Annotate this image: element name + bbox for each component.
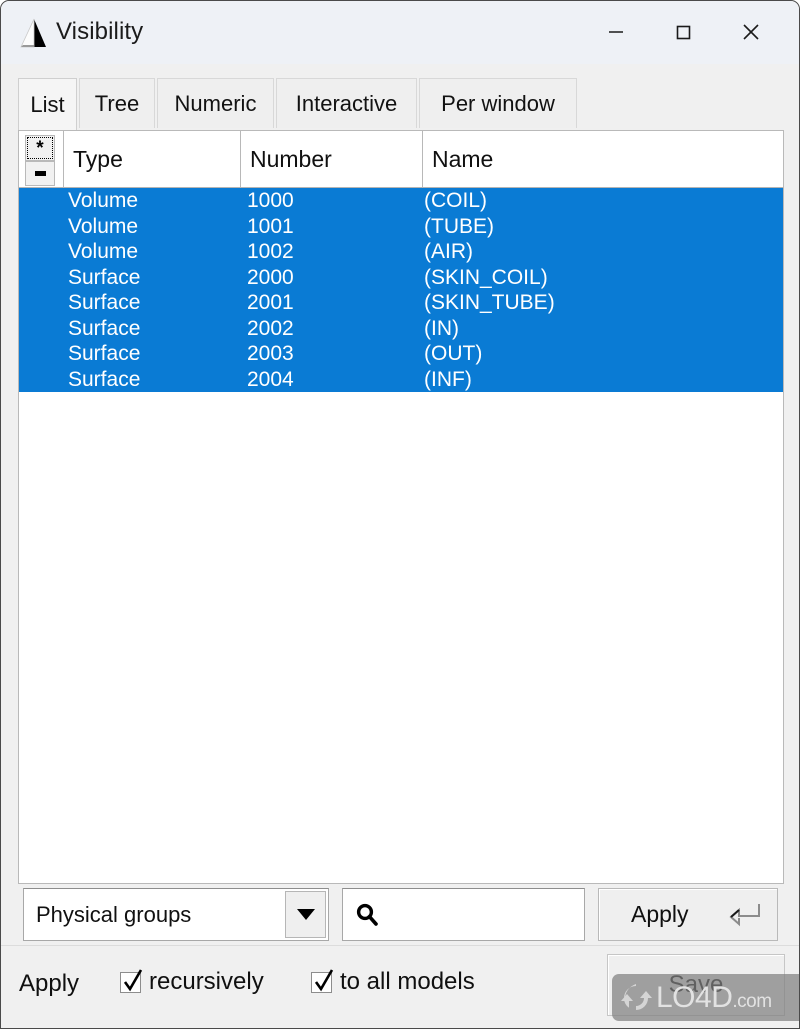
- row-name: (SKIN_TUBE): [424, 291, 555, 314]
- dialog-footer: Apply recursively to all models Save: [1, 945, 799, 1028]
- entity-list-panel: * Type Number Name Volume 1000 (COIL) Vo…: [18, 130, 784, 884]
- recursively-label: recursively: [149, 968, 264, 995]
- row-name: (OUT): [424, 342, 483, 365]
- tab-numeric-label: Numeric: [174, 90, 257, 116]
- select-none-button[interactable]: [25, 161, 55, 186]
- row-number: 1001: [247, 214, 294, 238]
- apply-button-label: Apply: [631, 901, 689, 927]
- table-row[interactable]: Surface 2002 (IN): [19, 315, 783, 341]
- save-button[interactable]: Save: [607, 954, 785, 1016]
- row-type: Volume: [68, 189, 139, 212]
- to-all-models-checkbox[interactable]: to all models: [311, 968, 475, 996]
- entity-type-dropdown[interactable]: Physical groups: [23, 888, 329, 941]
- row-type: Surface: [68, 367, 141, 391]
- table-row[interactable]: Volume 1001 (TUBE): [19, 213, 783, 239]
- maximize-icon[interactable]: [653, 1, 713, 63]
- recursively-checkbox[interactable]: recursively: [120, 968, 264, 996]
- tab-tree[interactable]: Tree: [79, 78, 155, 128]
- column-header-type[interactable]: Type: [63, 131, 240, 187]
- row-type: Surface: [68, 291, 141, 314]
- table-row[interactable]: Surface 2000 (SKIN_COIL): [19, 264, 783, 290]
- row-name: (INF): [424, 367, 472, 391]
- row-type: Surface: [68, 265, 141, 289]
- save-button-label: Save: [668, 971, 724, 998]
- tab-numeric[interactable]: Numeric: [157, 78, 274, 128]
- row-name: (TUBE): [424, 214, 494, 238]
- row-number: 2004: [247, 367, 294, 391]
- tab-interactive[interactable]: Interactive: [276, 78, 417, 128]
- tab-list-label: List: [30, 91, 65, 117]
- to-all-models-label: to all models: [340, 968, 475, 995]
- table-row[interactable]: Volume 1000 (COIL): [19, 188, 783, 214]
- close-icon[interactable]: [721, 1, 781, 63]
- row-number: 1002: [247, 240, 294, 263]
- select-all-button[interactable]: *: [25, 135, 55, 161]
- footer-apply-label: Apply: [19, 970, 80, 997]
- row-number: 2001: [247, 291, 294, 314]
- chevron-down-icon[interactable]: [285, 891, 326, 938]
- table-row[interactable]: Surface 2003 (OUT): [19, 341, 783, 367]
- tab-interactive-label: Interactive: [295, 90, 398, 116]
- list-header-row: * Type Number Name: [19, 131, 783, 188]
- row-name: (IN): [424, 316, 459, 340]
- search-input[interactable]: [342, 888, 585, 941]
- row-number: 2003: [247, 342, 294, 365]
- tab-per-window[interactable]: Per window: [419, 78, 577, 128]
- table-row[interactable]: Surface 2004 (INF): [19, 366, 783, 392]
- row-number: 1000: [247, 189, 294, 212]
- row-name: (AIR): [424, 240, 473, 263]
- enter-key-icon: [729, 902, 763, 928]
- table-row[interactable]: Volume 1002 (AIR): [19, 239, 783, 265]
- minus-glyph: [34, 171, 46, 176]
- row-number: 2002: [247, 316, 294, 340]
- list-controls-row: Physical groups Apply: [1, 888, 799, 945]
- title-bar: Visibility: [1, 1, 799, 64]
- entity-list-body[interactable]: Volume 1000 (COIL) Volume 1001 (TUBE) Vo…: [19, 188, 783, 883]
- gmsh-logo-icon: [18, 17, 48, 49]
- column-header-name[interactable]: Name: [422, 131, 783, 187]
- tab-list[interactable]: List: [18, 78, 77, 130]
- tab-strip: List Tree Numeric Interactive Per window: [18, 78, 783, 130]
- row-number: 2000: [247, 265, 294, 289]
- checkbox-checked-icon: [311, 968, 334, 993]
- row-type: Surface: [68, 316, 141, 340]
- table-row[interactable]: Surface 2001 (SKIN_TUBE): [19, 290, 783, 316]
- minimize-icon[interactable]: [586, 1, 646, 63]
- checkbox-checked-icon: [120, 968, 143, 993]
- row-name: (SKIN_COIL): [424, 265, 548, 289]
- tab-per-window-label: Per window: [441, 90, 555, 116]
- magnifier-icon: [354, 902, 380, 928]
- row-name: (COIL): [424, 189, 487, 212]
- row-type: Volume: [68, 214, 139, 238]
- apply-button[interactable]: Apply: [598, 888, 778, 941]
- window-title: Visibility: [56, 18, 144, 45]
- row-type: Surface: [68, 342, 141, 365]
- column-header-number[interactable]: Number: [240, 131, 422, 187]
- entity-type-dropdown-value: Physical groups: [36, 902, 192, 927]
- row-type: Volume: [68, 240, 139, 263]
- visibility-dialog-window: Visibility List Tree Numeric Interactive…: [0, 0, 800, 1029]
- tab-tree-label: Tree: [94, 90, 140, 116]
